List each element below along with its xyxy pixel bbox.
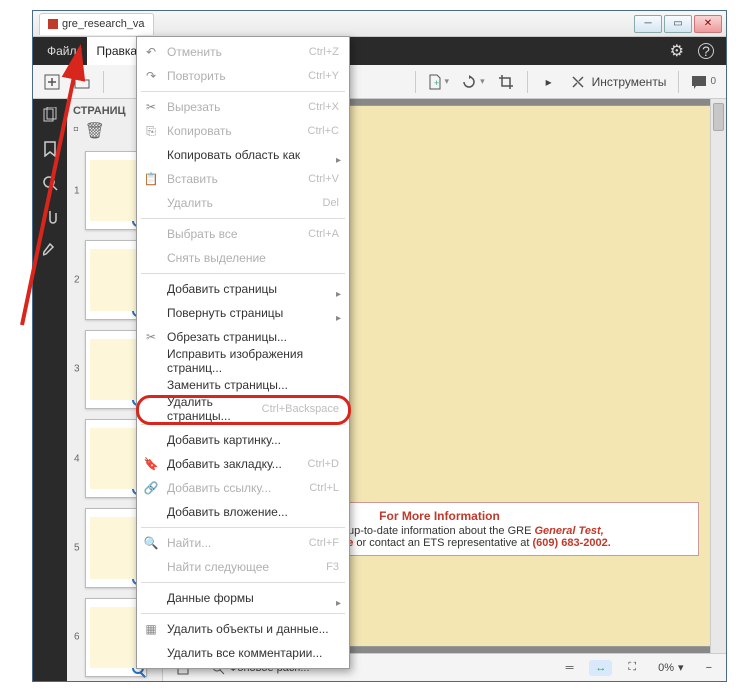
menu-select-all: Выбрать всеCtrl+A — [137, 222, 349, 246]
document-tab[interactable]: gre_research_va — [39, 13, 154, 35]
menu-add-picture[interactable]: Добавить картинку... — [137, 428, 349, 452]
menu-replace-pages[interactable]: Заменить страницы... — [137, 373, 349, 397]
menu-add-link: 🔗Добавить ссылку...Ctrl+L — [137, 476, 349, 500]
menu-add-attachment[interactable]: Добавить вложение... — [137, 500, 349, 524]
svg-text:+: + — [434, 78, 439, 88]
open-button[interactable] — [69, 69, 95, 95]
zoom-value[interactable]: 0% ▾ — [652, 659, 689, 676]
menu-add-bookmark[interactable]: 🔖Добавить закладку...Ctrl+D — [137, 452, 349, 476]
more-button[interactable]: ▸ — [536, 69, 562, 95]
menu-cut: ✂ВырезатьCtrl+X — [137, 95, 349, 119]
tools-button[interactable]: Инструменты — [566, 69, 671, 95]
redo-icon: ↷ — [143, 68, 159, 84]
menu-undo: ↶ОтменитьCtrl+Z — [137, 40, 349, 64]
crop-icon: ✂ — [143, 329, 159, 345]
signature-icon[interactable] — [40, 241, 60, 261]
bookmark-icon[interactable] — [40, 139, 60, 159]
copy-icon: ⎘ — [143, 123, 159, 139]
menu-deselect: Снять выделение — [137, 246, 349, 270]
help-icon[interactable]: ? — [698, 43, 714, 59]
menu-copy: ⎘КопироватьCtrl+C — [137, 119, 349, 143]
edit-dropdown: ↶ОтменитьCtrl+Z ↷ПовторитьCtrl+Y ✂Выреза… — [136, 36, 350, 669]
delete-data-icon: ▦ — [143, 621, 159, 637]
menu-paste: 📋ВставитьCtrl+V — [137, 167, 349, 191]
menu-delete-comments[interactable]: Удалить все комментарии... — [137, 641, 349, 665]
left-sidebar — [33, 99, 67, 681]
fit-page-icon[interactable]: ↔ — [589, 660, 612, 676]
close-button[interactable]: ✕ — [694, 15, 722, 33]
titlebar: gre_research_va ─ ▭ ✕ — [33, 11, 726, 37]
menu-find: 🔍Найти...Ctrl+F — [137, 531, 349, 555]
document-title: gre_research_va — [62, 18, 145, 30]
link-icon: 🔗 — [143, 480, 159, 496]
settings-icon[interactable]: ⚙ — [670, 41, 684, 61]
menu-delete-pages[interactable]: Удалить страницы...Ctrl+Backspace — [137, 397, 349, 421]
pages-icon[interactable] — [40, 105, 60, 125]
menu-redo: ↷ПовторитьCtrl+Y — [137, 64, 349, 88]
rotate-button[interactable]: ▾ — [457, 69, 489, 95]
menu-fix-images[interactable]: Исправить изображения страниц... — [137, 349, 349, 373]
cut-icon: ✂ — [143, 99, 159, 115]
menu-find-next: Найти следующееF3 — [137, 555, 349, 579]
minimize-button[interactable]: ─ — [634, 15, 662, 33]
thumb-add-icon[interactable]: ▫ — [73, 121, 79, 141]
zoom-out-icon[interactable]: − — [700, 660, 718, 676]
add-page-button[interactable]: +▾ — [424, 69, 454, 95]
find-icon: 🔍 — [143, 535, 159, 551]
maximize-button[interactable]: ▭ — [664, 15, 692, 33]
menu-file[interactable]: Файл — [37, 37, 87, 65]
bookmark-add-icon: 🔖 — [143, 456, 159, 472]
search-icon[interactable] — [40, 173, 60, 193]
menu-delete-objects[interactable]: ▦Удалить объекты и данные... — [137, 617, 349, 641]
undo-icon: ↶ — [143, 44, 159, 60]
vertical-scrollbar[interactable] — [710, 99, 726, 653]
fit-width-icon[interactable]: ═ — [560, 660, 580, 676]
menu-crop-pages[interactable]: ✂Обрезать страницы... — [137, 325, 349, 349]
menu-add-pages[interactable]: Добавить страницы — [137, 277, 349, 301]
app-icon — [48, 19, 58, 29]
paste-icon: 📋 — [143, 171, 159, 187]
menu-rotate-pages[interactable]: Повернуть страницы — [137, 301, 349, 325]
menu-delete: УдалитьDel — [137, 191, 349, 215]
comments-button[interactable]: 0 — [687, 69, 720, 95]
attachment-icon[interactable] — [40, 207, 60, 227]
new-tab-button[interactable] — [39, 69, 65, 95]
fullscreen-icon[interactable]: ⛶ — [622, 659, 642, 676]
crop-button[interactable] — [493, 69, 519, 95]
tools-label: Инструменты — [592, 75, 667, 89]
menu-copy-area[interactable]: Копировать область как — [137, 143, 349, 167]
menu-form-data[interactable]: Данные формы — [137, 586, 349, 610]
thumb-delete-icon[interactable]: 🗑 — [85, 121, 105, 141]
